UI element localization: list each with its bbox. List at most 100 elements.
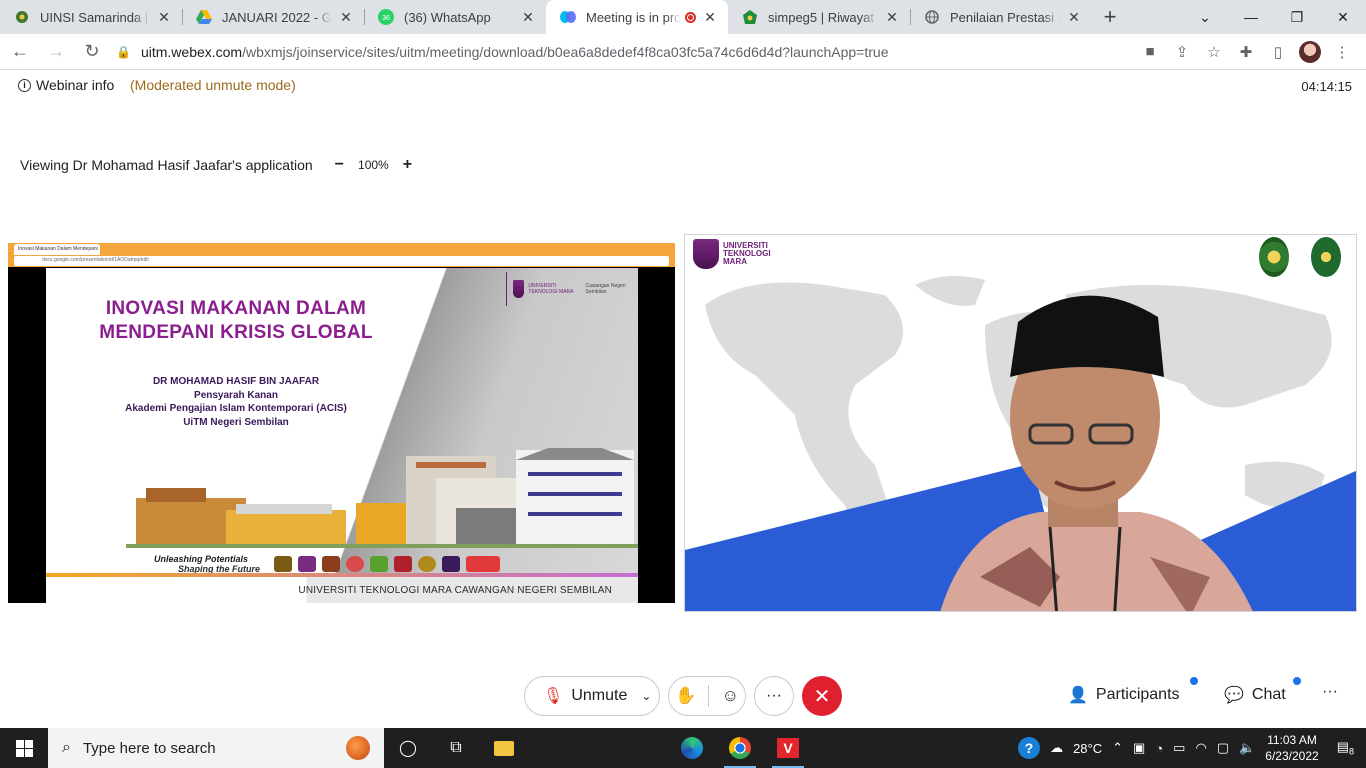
author-dept: Akademi Pengajian Islam Kontemporari (AC… [125, 403, 347, 414]
start-button[interactable] [0, 728, 48, 768]
tab-title: simpeg5 | Riwayat skp [768, 9, 878, 25]
tray-app-icon[interactable]: ▣ [1133, 740, 1145, 756]
webex-meeting: i Webinar info (Moderated unmute mode) 0… [0, 70, 1366, 728]
info-icon: i [18, 78, 31, 92]
award-badges [274, 554, 500, 574]
tab-uinsi[interactable]: UINSI Samarinda | Stat ✕ [0, 0, 182, 34]
tab-webex-meeting[interactable]: Meeting is in prog ✕ [546, 0, 728, 34]
extensions-icon[interactable]: ✚ [1230, 36, 1262, 68]
unmute-button[interactable]: 🎙 Unmute ⌄ [524, 676, 660, 716]
tab-google-drive[interactable]: JANUARI 2022 - Goog ✕ [182, 0, 364, 34]
back-icon[interactable]: ← [4, 36, 36, 68]
chevron-up-icon[interactable]: ⌃ [1112, 740, 1123, 756]
system-tray: ? ☁ 28°C ⌃ ▣ ◔ ▭ ◠ ▢ 🔈 11:03 AM 6/23/202… [1018, 728, 1366, 768]
clock[interactable]: 11:03 AM 6/23/2022 [1265, 732, 1318, 764]
task-view-icon[interactable]: ⧉ [432, 728, 480, 768]
battery-icon[interactable]: ▭ [1173, 740, 1185, 756]
more-panels-button[interactable]: ··· [1322, 683, 1338, 701]
help-icon[interactable]: ? [1018, 737, 1041, 759]
url-host: uitm.webex.com [140, 43, 243, 60]
vivaldi-icon[interactable]: V [764, 728, 812, 768]
raise-hand-icon[interactable]: ✋ [675, 686, 696, 706]
close-window-icon[interactable]: ✕ [1320, 0, 1366, 34]
svg-text:36: 36 [382, 15, 390, 22]
presenter-figure [940, 295, 1253, 611]
award-badge-icon [442, 556, 460, 572]
award-badge-icon [322, 556, 340, 572]
close-icon[interactable]: ✕ [1066, 9, 1082, 26]
kemenag-logo-icon [742, 9, 758, 25]
award-badge-icon [274, 556, 292, 572]
viewing-label: Viewing Dr Mohamad Hasif Jaafar's applic… [20, 157, 313, 173]
close-icon[interactable]: ✕ [156, 9, 172, 26]
leave-meeting-button[interactable]: ✕ [802, 676, 842, 716]
minimize-icon[interactable]: — [1228, 0, 1274, 34]
address-bar[interactable]: 🔒 uitm.webex.com/wbxmjs/joinservice/site… [116, 38, 1134, 66]
volume-icon[interactable]: 🔈 [1239, 740, 1255, 756]
more-options-button[interactable]: ··· [754, 676, 794, 716]
edge-icon[interactable] [668, 728, 716, 768]
browser-menu-icon[interactable]: ⋮ [1326, 36, 1358, 68]
weather-cloud-icon[interactable]: ☁ [1050, 740, 1063, 756]
webinar-info-button[interactable]: i Webinar info [18, 77, 114, 93]
zoom-in-button[interactable]: + [403, 156, 412, 174]
slide-footer-text: UNIVERSITI TEKNOLOGI MARA CAWANGAN NEGER… [298, 585, 612, 596]
shared-tab: Inovasi Makanan Dalam Mendepani [14, 244, 100, 255]
slide-author-block: DR MOHAMAD HASIF BIN JAAFAR Pensyarah Ka… [46, 375, 426, 429]
slide-footer-stripe [46, 573, 638, 577]
presenter-video[interactable]: UNIVERSITI TEKNOLOGI MARA [684, 234, 1357, 612]
display-icon[interactable]: ▢ [1217, 740, 1229, 756]
zoom-out-button[interactable]: − [335, 156, 344, 174]
camera-blocked-icon[interactable]: ■ [1134, 36, 1166, 68]
close-icon[interactable]: ✕ [520, 9, 536, 26]
zoom-level: 100% [358, 158, 389, 172]
profile-avatar[interactable] [1294, 36, 1326, 68]
uitm-logo-campus: Cawangan Negeri Sembilan [585, 283, 626, 295]
restore-icon[interactable]: ❐ [1274, 0, 1320, 34]
search-highlight-icon [346, 736, 370, 760]
reactions-icon[interactable]: ☺ [722, 686, 739, 706]
globe-icon [924, 9, 940, 25]
wifi-icon[interactable]: ◠ [1195, 740, 1206, 756]
seal-logo-icon [1259, 237, 1289, 277]
tab-title: Meeting is in prog [586, 9, 681, 25]
notification-count: 8 [1348, 746, 1354, 757]
close-icon[interactable]: ✕ [338, 9, 354, 26]
lock-icon[interactable]: 🔒 [116, 45, 131, 59]
side-panel-icon[interactable]: ▯ [1262, 36, 1294, 68]
award-badge-icon [394, 556, 412, 572]
chat-button[interactable]: 💬 Chat [1224, 685, 1286, 705]
google-drive-icon [196, 9, 212, 25]
notification-center-icon[interactable]: ▤8 [1337, 739, 1354, 757]
new-tab-button[interactable]: + [1092, 0, 1128, 34]
shared-screen[interactable]: Inovasi Makanan Dalam Mendepani docs.goo… [8, 243, 675, 603]
clock-date: 6/23/2022 [1265, 749, 1319, 763]
browser-toolbar: ← → ↻ 🔒 uitm.webex.com/wbxmjs/joinservic… [0, 34, 1366, 70]
taskbar-search[interactable]: ⌕ Type here to search [48, 728, 384, 768]
award-badge-icon [418, 556, 436, 572]
bookmark-star-icon[interactable]: ☆ [1198, 36, 1230, 68]
slide-title-line1: INOVASI MAKANAN DALAM [105, 298, 367, 319]
windows-logo-icon [15, 739, 33, 757]
tab-penilaian[interactable]: Penilaian Prestasi Kerj ✕ [910, 0, 1092, 34]
file-explorer-icon[interactable] [480, 728, 528, 768]
cortana-icon[interactable]: ◯ [384, 728, 432, 768]
tab-search-icon[interactable]: ⌄ [1182, 0, 1228, 34]
participants-button[interactable]: 👤 Participants [1068, 685, 1180, 705]
chevron-down-icon[interactable]: ⌄ [641, 689, 651, 703]
network-icon[interactable]: ◔ [1155, 741, 1163, 756]
reload-icon[interactable]: ↻ [76, 36, 108, 68]
tab-whatsapp[interactable]: 36 (36) WhatsApp ✕ [364, 0, 546, 34]
whatsapp-icon: 36 [378, 9, 394, 25]
temperature[interactable]: 28°C [1073, 741, 1102, 756]
chrome-icon[interactable] [716, 728, 764, 768]
uitm-crest-icon [693, 239, 719, 269]
author-role: Pensyarah Kanan [194, 389, 278, 401]
share-icon[interactable]: ⇪ [1166, 36, 1198, 68]
close-icon[interactable]: ✕ [702, 9, 718, 26]
tab-simpeg[interactable]: simpeg5 | Riwayat skp ✕ [728, 0, 910, 34]
forward-icon[interactable]: → [40, 36, 72, 68]
close-icon[interactable]: ✕ [884, 9, 900, 26]
url-path: /wbxmjs/joinservice/sites/uitm/meeting/d… [242, 43, 889, 60]
tab-title: (36) WhatsApp [404, 9, 491, 25]
